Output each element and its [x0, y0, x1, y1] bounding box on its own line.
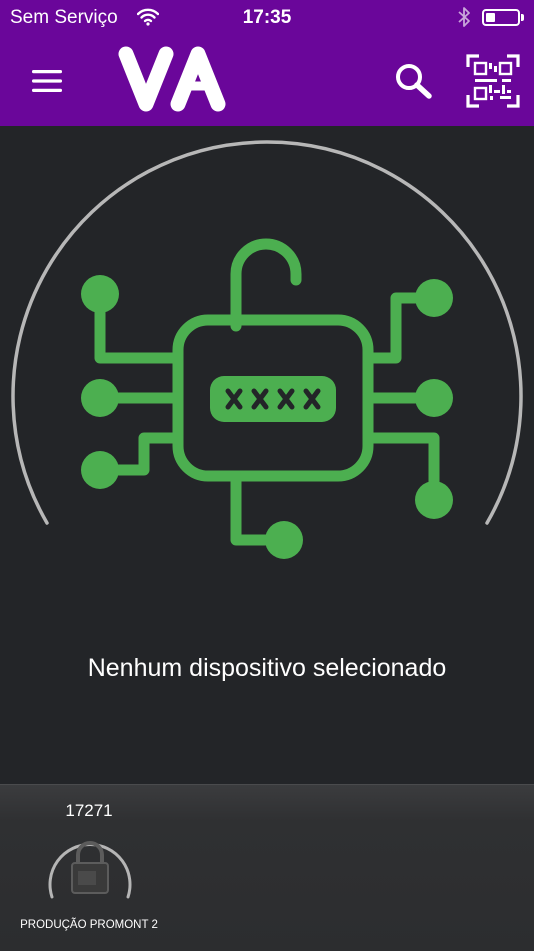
- status-bar: Sem Serviço 17:35: [0, 0, 534, 36]
- va-logo: [118, 46, 232, 121]
- search-icon[interactable]: [388, 58, 438, 104]
- app-header: [0, 36, 534, 126]
- qr-code-scan-icon[interactable]: [464, 52, 522, 110]
- bluetooth-icon: [457, 6, 471, 33]
- battery-level: [486, 13, 495, 22]
- main-panel: Nenhum dispositivo selecionado: [0, 126, 534, 784]
- clock: 17:35: [242, 7, 292, 28]
- digital-lock-circuit-icon: [81, 238, 453, 559]
- battery-icon: [482, 9, 520, 26]
- hamburger-menu-icon[interactable]: [22, 58, 72, 104]
- device-card[interactable]: 17271 PRODUÇÃO PROMONT 2: [14, 785, 166, 951]
- device-name: PRODUÇÃO PROMONT 2: [20, 919, 158, 931]
- padlock-icon: [48, 841, 132, 899]
- battery-tip: [521, 14, 524, 21]
- no-device-selected-message: Nenhum dispositivo selecionado: [87, 654, 447, 682]
- device-id: 17271: [65, 801, 113, 820]
- device-carousel: 17271 PRODUÇÃO PROMONT 2: [0, 784, 534, 951]
- va-logo-mark: [118, 46, 226, 112]
